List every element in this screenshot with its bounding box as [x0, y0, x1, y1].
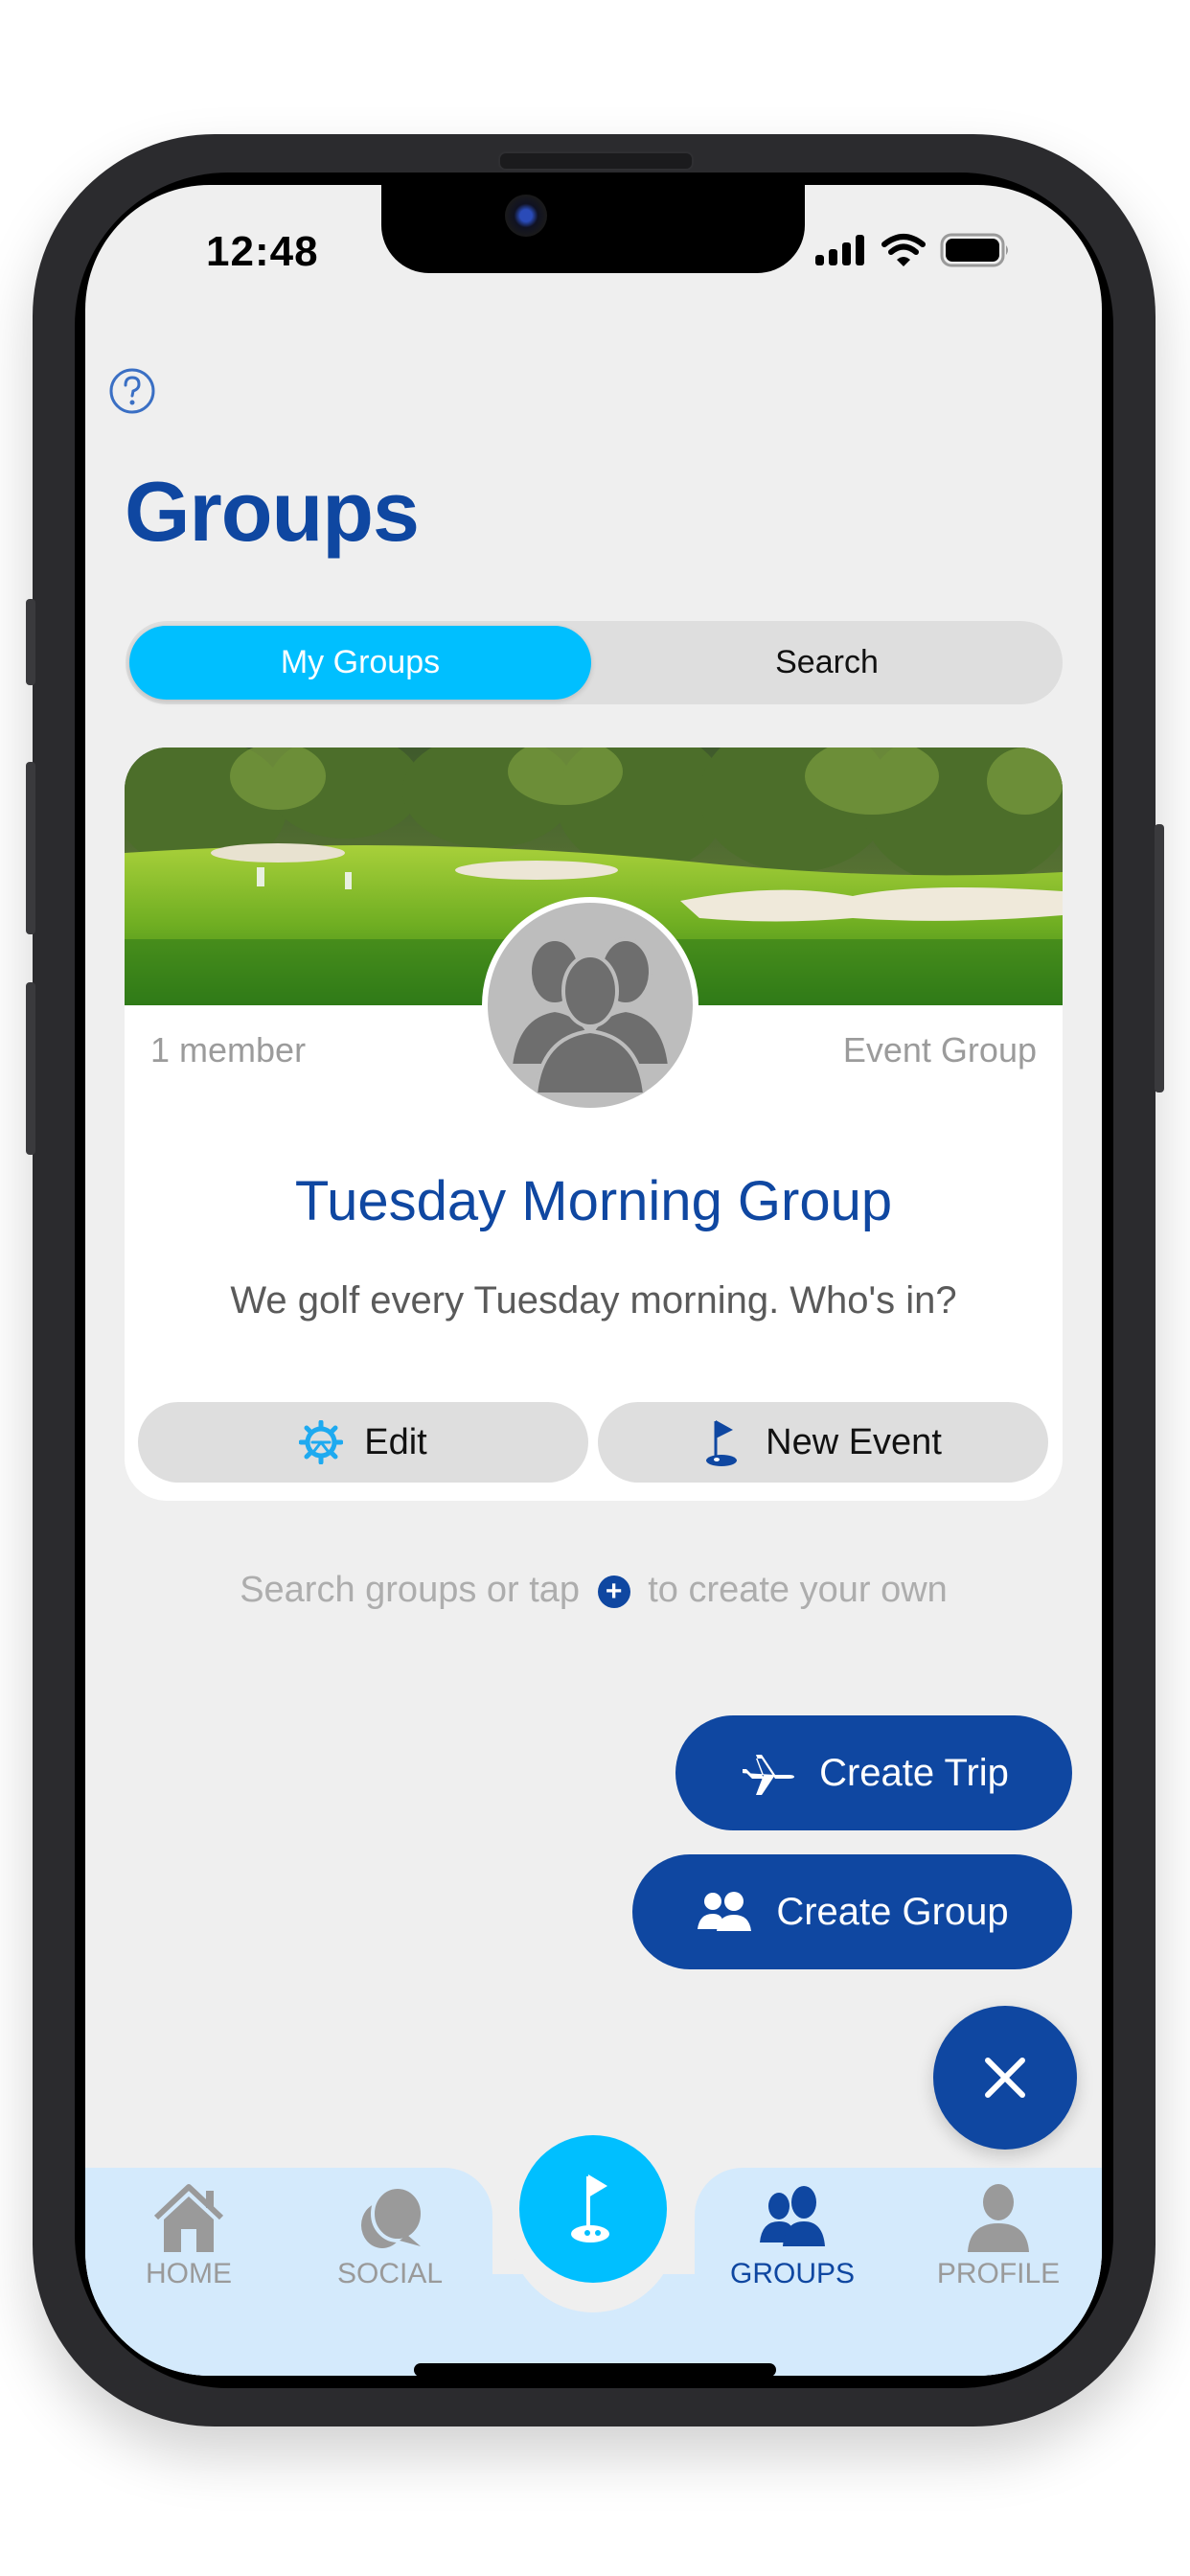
hint-text-after: to create your own: [648, 1570, 948, 1610]
golf-flag-icon: [706, 1420, 738, 1466]
tab-social[interactable]: SOCIAL: [318, 2183, 462, 2290]
empty-hint: Search groups or tap + to create your ow…: [85, 1570, 1102, 1611]
tab-home-label: HOME: [146, 2258, 232, 2289]
tab-my-groups[interactable]: My Groups: [129, 626, 591, 700]
tab-home[interactable]: HOME: [117, 2183, 261, 2290]
power-button: [1155, 824, 1164, 1092]
wifi-icon: [881, 234, 926, 266]
tab-groups-label: GROUPS: [729, 2258, 856, 2289]
create-trip-button[interactable]: Create Trip: [675, 1715, 1072, 1830]
create-group-button[interactable]: Create Group: [632, 1854, 1072, 1969]
page-title: Groups: [125, 464, 420, 559]
edit-button[interactable]: Edit: [138, 1402, 588, 1483]
mute-switch: [26, 599, 35, 685]
member-count: 1 member: [150, 1030, 307, 1070]
house-icon: [153, 2184, 224, 2252]
front-camera: [505, 195, 547, 237]
tab-profile[interactable]: PROFILE: [927, 2183, 1070, 2290]
group-name[interactable]: Tuesday Morning Group: [125, 1169, 1063, 1233]
hint-text-before: Search groups or tap: [240, 1570, 581, 1610]
tab-my-groups-label: My Groups: [280, 644, 441, 680]
volume-up-button: [26, 762, 35, 934]
new-event-button[interactable]: New Event: [598, 1402, 1048, 1483]
new-event-button-label: New Event: [766, 1421, 942, 1462]
gear-icon: [299, 1420, 344, 1464]
close-icon: [985, 2058, 1025, 2098]
tab-search[interactable]: Search: [595, 626, 1059, 700]
golf-flag-icon: [571, 2174, 609, 2242]
close-fab-button[interactable]: [933, 2006, 1077, 2150]
airplane-icon: [743, 1755, 795, 1795]
status-icons: [813, 233, 1011, 267]
people-icon: [698, 1892, 752, 1931]
battery-icon: [940, 233, 1008, 267]
edit-button-label: Edit: [364, 1421, 427, 1462]
tab-profile-label: PROFILE: [936, 2258, 1061, 2289]
tab-social-label: SOCIAL: [336, 2258, 444, 2289]
tab-groups[interactable]: GROUPS: [721, 2183, 864, 2290]
volume-down-button: [26, 982, 35, 1155]
group-avatar: [482, 897, 698, 1114]
home-indicator[interactable]: [414, 2363, 776, 2376]
signal-icon: [815, 235, 864, 265]
segmented-control: My Groups Search: [126, 621, 1063, 704]
screen: 12:48 Groups My Groups Search 1 member E…: [85, 185, 1102, 2376]
earpiece-speaker: [498, 151, 694, 171]
notch: [381, 185, 805, 273]
create-trip-label: Create Trip: [819, 1751, 1009, 1794]
chat-bubbles-icon: [361, 2185, 424, 2248]
tab-search-label: Search: [775, 644, 879, 680]
person-icon: [968, 2184, 1029, 2252]
people-icon: [760, 2186, 825, 2246]
group-silhouette-icon: [508, 937, 673, 1096]
plus-circle-icon: +: [597, 1575, 630, 1608]
play-golf-button[interactable]: [519, 2135, 667, 2283]
group-card[interactable]: 1 member Event Group Tuesday Morning Gro…: [125, 748, 1063, 1501]
group-description: We golf every Tuesday morning. Who's in?: [230, 1279, 957, 1322]
group-type: Event Group: [842, 1030, 1037, 1070]
status-time: 12:48: [206, 228, 319, 275]
create-group-label: Create Group: [776, 1890, 1009, 1933]
question-circle-icon[interactable]: [108, 367, 156, 415]
